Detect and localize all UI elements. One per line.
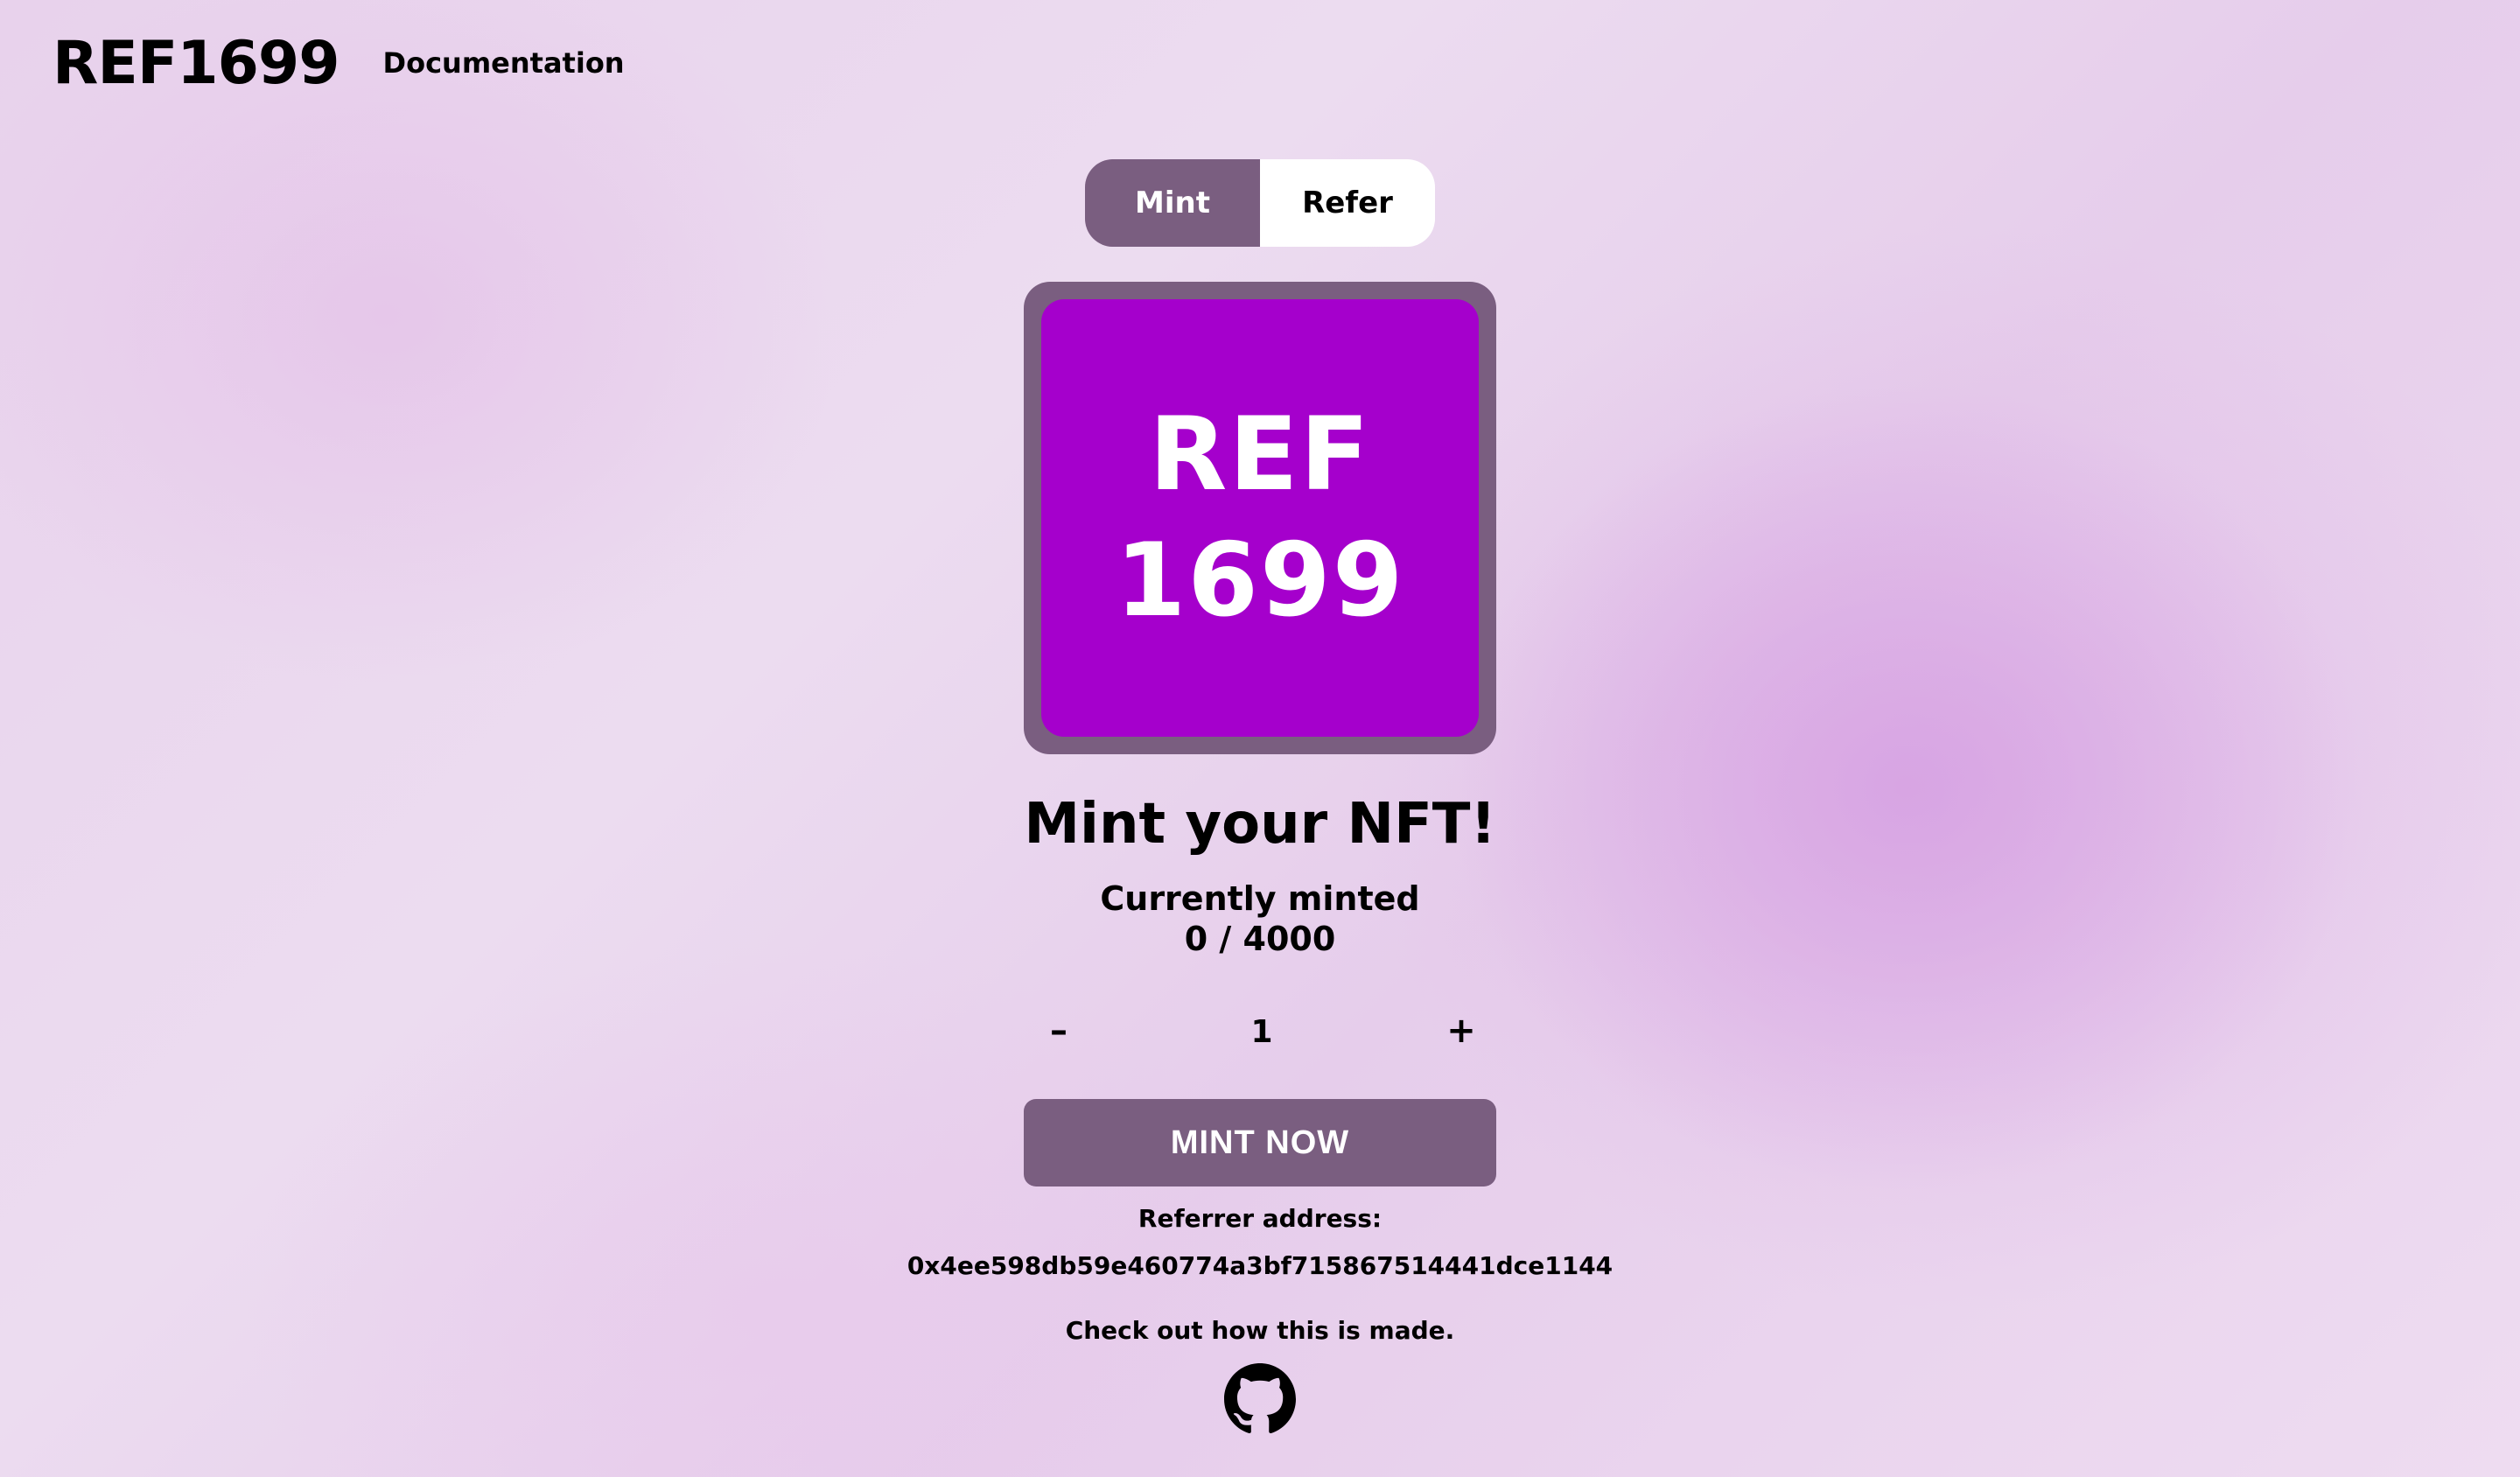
tab-mint[interactable]: Mint [1085,159,1260,247]
quantity-stepper: – + [1024,1003,1496,1060]
minted-count: 0 / 4000 [1184,920,1336,958]
tab-refer[interactable]: Refer [1260,159,1435,247]
github-icon[interactable] [1224,1363,1296,1435]
mode-tabs: Mint Refer [1085,159,1435,247]
referrer-label: Referrer address: [1138,1204,1382,1233]
quantity-input[interactable] [1172,1003,1351,1060]
minted-label: Currently minted [1100,879,1420,918]
nft-text-line1: REF [1149,396,1371,514]
referrer-address: 0x4ee598db59e460774a3bf715867514441dce11… [906,1251,1614,1280]
decrement-button[interactable]: – [1024,1003,1094,1059]
page-title: Mint your NFT! [1024,792,1496,857]
mint-now-button[interactable]: MINT NOW [1024,1099,1496,1186]
site-logo[interactable]: REF1699 [52,29,340,98]
nav-documentation-link[interactable]: Documentation [383,46,625,80]
header: REF1699 Documentation [52,26,625,100]
nft-preview: REF 1699 [1041,299,1479,737]
increment-button[interactable]: + [1426,1003,1496,1059]
source-link-text: Check out how this is made. [1065,1316,1455,1345]
nft-text-line2: 1699 [1115,522,1405,640]
nft-preview-frame: REF 1699 [1024,282,1496,754]
